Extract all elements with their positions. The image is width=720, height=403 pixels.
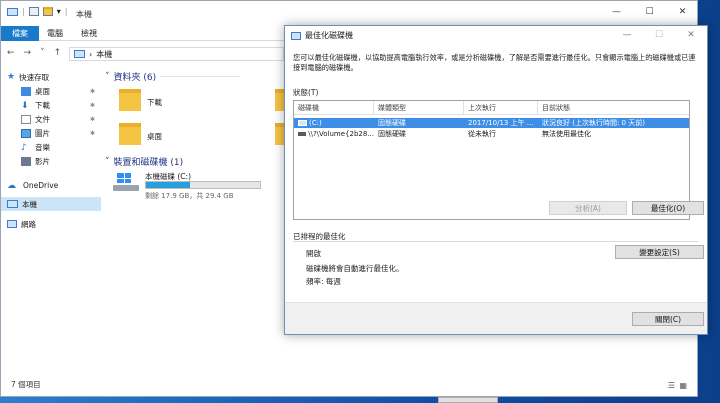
drive-usage-bar — [145, 181, 261, 189]
tab-file[interactable]: 檔案 — [1, 26, 39, 41]
defrag-icon — [291, 31, 301, 40]
dialog-description: 您可以最佳化磁碟機，以協助提高電腦執行效率，或是分析磁碟機，了解是否需要進行最佳… — [293, 53, 696, 72]
sidebar-item-onedrive[interactable]: ☁ OneDrive — [1, 178, 101, 192]
optimize-drives-dialog: 最佳化磁碟機 — ☐ ✕ 您可以最佳化磁碟機，以協助提高電腦執行效率，或是分析磁… — [284, 25, 708, 335]
chevron-down-icon: ˅ — [105, 156, 110, 167]
up-arrow-icon[interactable]: ↑ — [54, 48, 62, 58]
close-icon[interactable]: ✕ — [675, 26, 707, 44]
drives-list[interactable]: 磁碟機 媒體類型 上次執行 目前狀態 (C:) 固態硬碟 2017/10/13 … — [293, 100, 690, 220]
downloads-folder-icon[interactable] — [119, 89, 141, 111]
forward-arrow-icon[interactable]: → — [24, 48, 32, 58]
network-icon — [7, 220, 17, 228]
music-icon: ♪ — [21, 142, 27, 153]
dialog-title: 最佳化磁碟機 — [305, 31, 353, 40]
status-bar-text: 7 個項目 — [11, 380, 41, 389]
folder-item-label[interactable]: 下載 — [147, 97, 162, 108]
dialog-titlebar: 最佳化磁碟機 — ☐ ✕ — [285, 26, 707, 44]
sidebar-item-videos[interactable]: 影片 — [1, 154, 101, 168]
new-folder-icon[interactable] — [42, 7, 53, 16]
folder-item-label[interactable]: 桌面 — [147, 131, 162, 142]
details-view-icon[interactable]: ☰ — [668, 381, 675, 390]
change-settings-button[interactable]: 變更設定(S) — [615, 245, 704, 259]
star-icon: ★ — [7, 72, 16, 82]
close-icon[interactable]: ✕ — [666, 4, 699, 20]
maximize-icon[interactable]: ☐ — [643, 26, 675, 44]
sidebar-item-pictures[interactable]: 圖片 ✱ — [1, 126, 101, 140]
minimize-icon[interactable]: — — [611, 26, 643, 44]
drive-free-space: 剩餘 17.9 GB，共 29.4 GB — [145, 192, 234, 200]
drive-icon — [298, 132, 307, 136]
chevron-down-icon: ˅ — [105, 71, 110, 82]
computer-icon — [74, 50, 85, 58]
sidebar-item-this-pc[interactable]: 本機 — [1, 197, 101, 211]
document-icon — [21, 114, 31, 124]
breadcrumb: 本機 — [96, 49, 113, 59]
background-window-button — [438, 397, 498, 403]
recent-chevron-icon[interactable]: ˅ — [40, 48, 45, 58]
address-path[interactable]: › 本機 — [69, 47, 284, 61]
sidebar-item-network[interactable]: 網路 — [1, 217, 101, 231]
breadcrumb-separator-icon: › — [89, 49, 93, 59]
cloud-icon: ☁ — [7, 180, 16, 191]
schedule-description: 磁碟機將會自動進行最佳化。 — [306, 264, 404, 273]
folders-group-header[interactable]: ˅ 資料夾 (6) — [105, 70, 241, 83]
pin-icon: ✱ — [89, 129, 95, 137]
computer-icon — [7, 7, 18, 16]
table-row[interactable]: (C:) 固態硬碟 2017/10/13 上午 ... 狀況良好 (上次執行時間… — [294, 118, 689, 128]
drive-icon[interactable] — [113, 173, 141, 193]
optimize-button[interactable]: 最佳化(O) — [632, 201, 704, 215]
drives-list-header: 磁碟機 媒體類型 上次執行 目前狀態 — [294, 101, 689, 115]
column-header-current-status[interactable]: 目前狀態 — [538, 101, 689, 115]
sidebar-item-quick-access[interactable]: ★ 快速存取 — [1, 70, 101, 84]
computer-icon — [7, 200, 18, 208]
desktop-icon — [21, 86, 31, 96]
sidebar-item-documents[interactable]: 文件 ✱ — [1, 112, 101, 126]
properties-icon[interactable] — [28, 7, 39, 16]
drives-group-header[interactable]: ˅ 裝置和磁碟機 (1) — [105, 155, 183, 169]
explorer-window-controls: — ☐ ✕ — [600, 4, 699, 20]
column-header-media-type[interactable]: 媒體類型 — [374, 101, 464, 115]
window-title: 本機 — [76, 10, 92, 19]
quick-access-toolbar: | ▾ | — [7, 7, 67, 16]
explorer-titlebar: | ▾ | 本機 — [1, 1, 697, 26]
dialog-footer: 關閉(C) — [285, 302, 707, 334]
desktop-folder-icon[interactable] — [119, 123, 141, 145]
tab-view[interactable]: 檢視 — [73, 26, 105, 41]
navigation-pane: ★ 快速存取 桌面 ✱ ⬇ 下載 ✱ 文件 ✱ 圖片 ✱ ♪ 音樂 影片 ☁ O… — [1, 67, 101, 372]
status-label: 狀態(T) — [293, 88, 319, 97]
large-icons-view-icon[interactable]: ▦ — [679, 381, 687, 390]
column-header-last-run[interactable]: 上次執行 — [464, 101, 538, 115]
analyze-button[interactable]: 分析(A) — [549, 201, 627, 215]
back-arrow-icon[interactable]: ← — [7, 48, 15, 58]
table-row[interactable]: \\?\Volume{2b28... 固態硬碟 從未執行 無法使用最佳化 — [294, 129, 689, 139]
drive-icon — [298, 120, 307, 126]
sidebar-item-downloads[interactable]: ⬇ 下載 ✱ — [1, 98, 101, 112]
pictures-icon — [21, 128, 31, 138]
close-button[interactable]: 關閉(C) — [632, 312, 704, 326]
tab-computer[interactable]: 電腦 — [39, 26, 71, 41]
video-icon — [21, 156, 31, 166]
minimize-icon[interactable]: — — [600, 4, 633, 20]
schedule-state: 開啟 — [306, 249, 321, 258]
sidebar-item-music[interactable]: ♪ 音樂 — [1, 140, 101, 154]
pin-icon: ✱ — [89, 87, 95, 95]
schedule-frequency: 頻率: 每週 — [306, 277, 341, 286]
maximize-icon[interactable]: ☐ — [633, 4, 666, 20]
chevron-down-icon[interactable]: ▾ — [57, 7, 61, 16]
sidebar-item-desktop[interactable]: 桌面 ✱ — [1, 84, 101, 98]
pin-icon: ✱ — [89, 101, 95, 109]
drive-usage-fill — [146, 182, 191, 188]
pin-icon: ✱ — [89, 115, 95, 123]
column-header-drive[interactable]: 磁碟機 — [294, 101, 374, 115]
download-icon: ⬇ — [21, 100, 29, 111]
